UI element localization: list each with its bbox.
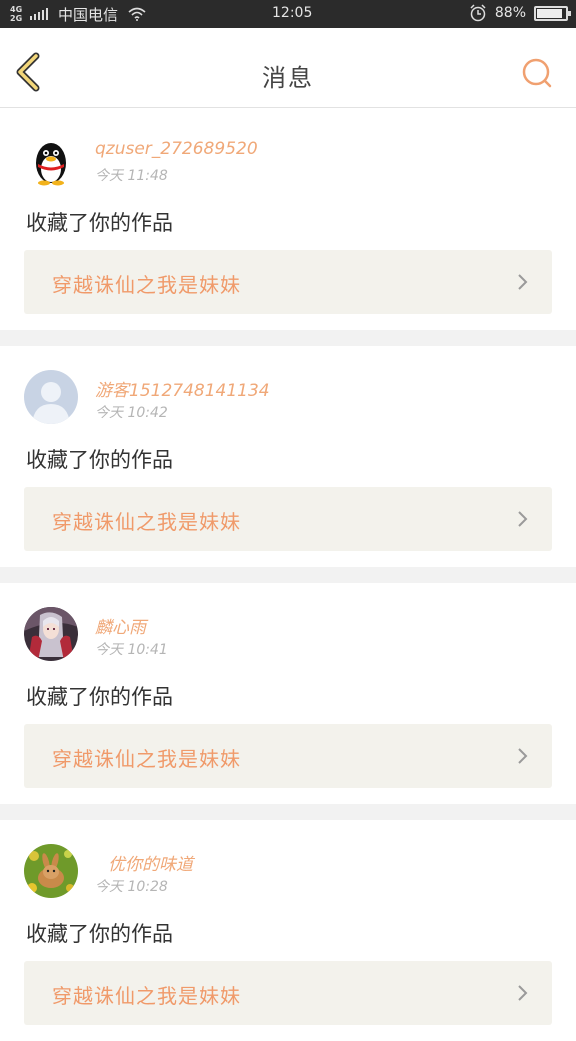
work-title: 穿越诛仙之我是妹妹	[52, 984, 241, 1008]
username[interactable]: qzuser_272689520	[95, 139, 258, 159]
alarm-icon	[469, 4, 487, 22]
username[interactable]: 优你的味道	[108, 850, 193, 875]
page-title: 消息	[262, 64, 314, 92]
message-action: 收藏了你的作品	[26, 685, 173, 709]
network-type: 4G 2G	[10, 5, 24, 23]
default-person-avatar-icon	[24, 370, 78, 424]
card-divider	[0, 567, 576, 583]
avatar[interactable]	[24, 607, 78, 661]
message-time: 今天 11:48	[95, 168, 168, 184]
work-title: 穿越诛仙之我是妹妹	[52, 747, 241, 771]
avatar[interactable]	[24, 844, 78, 898]
rabbit-avatar-icon	[24, 844, 78, 898]
avatar[interactable]	[24, 133, 78, 187]
card-divider	[0, 804, 576, 820]
work-title: 穿越诛仙之我是妹妹	[52, 510, 241, 534]
anime-girl-avatar-icon	[24, 607, 78, 661]
penguin-avatar-icon	[24, 133, 78, 187]
message-list: qzuser_272689520 今天 11:48 收藏了你的作品 穿越诛仙之我…	[0, 109, 576, 1041]
wifi-icon	[128, 7, 146, 21]
message-time: 今天 10:42	[95, 405, 168, 421]
message-card: qzuser_272689520 今天 11:48 收藏了你的作品 穿越诛仙之我…	[0, 109, 576, 330]
work-link[interactable]: 穿越诛仙之我是妹妹	[24, 487, 552, 551]
message-action: 收藏了你的作品	[26, 922, 173, 946]
chevron-right-icon	[516, 272, 530, 292]
search-button[interactable]	[520, 56, 554, 90]
message-time: 今天 10:41	[95, 642, 168, 658]
chevron-right-icon	[516, 509, 530, 529]
status-right: 88%	[469, 4, 571, 22]
work-title: 穿越诛仙之我是妹妹	[52, 273, 241, 297]
work-link[interactable]: 穿越诛仙之我是妹妹	[24, 961, 552, 1025]
chevron-right-icon	[516, 746, 530, 766]
carrier-name: 中国电信	[58, 5, 119, 24]
status-time: 12:05	[272, 5, 313, 21]
card-divider	[0, 330, 576, 346]
search-icon	[522, 58, 552, 88]
header: 消息	[0, 28, 576, 108]
status-left: 4G 2G 中国电信	[10, 4, 146, 25]
username[interactable]: 麟心雨	[95, 613, 146, 638]
status-bar: 4G 2G 中国电信 12:05 88%	[0, 0, 576, 28]
message-card: 游客15127481411​34 今天 10:42 收藏了你的作品 穿越诛仙之我…	[0, 346, 576, 567]
work-link[interactable]: 穿越诛仙之我是妹妹	[24, 250, 552, 314]
chevron-right-icon	[516, 983, 530, 1003]
battery-icon	[534, 5, 571, 21]
battery-percent: 88%	[494, 5, 526, 21]
username[interactable]: 游客15127481411​34	[95, 376, 270, 401]
message-card: 麟心雨 今天 10:41 收藏了你的作品 穿越诛仙之我是妹妹	[0, 583, 576, 804]
battery-fill	[537, 8, 562, 18]
message-action: 收藏了你的作品	[26, 448, 173, 472]
network-4g-label: 4G	[10, 5, 23, 14]
message-time: 今天 10:28	[95, 879, 168, 895]
signal-icon	[30, 8, 48, 20]
work-link[interactable]: 穿越诛仙之我是妹妹	[24, 724, 552, 788]
message-action: 收藏了你的作品	[26, 211, 173, 235]
network-2g-label: 2G	[10, 14, 23, 23]
message-card: 优你的味道 今天 10:28 收藏了你的作品 穿越诛仙之我是妹妹	[0, 820, 576, 1041]
avatar[interactable]	[24, 370, 78, 424]
